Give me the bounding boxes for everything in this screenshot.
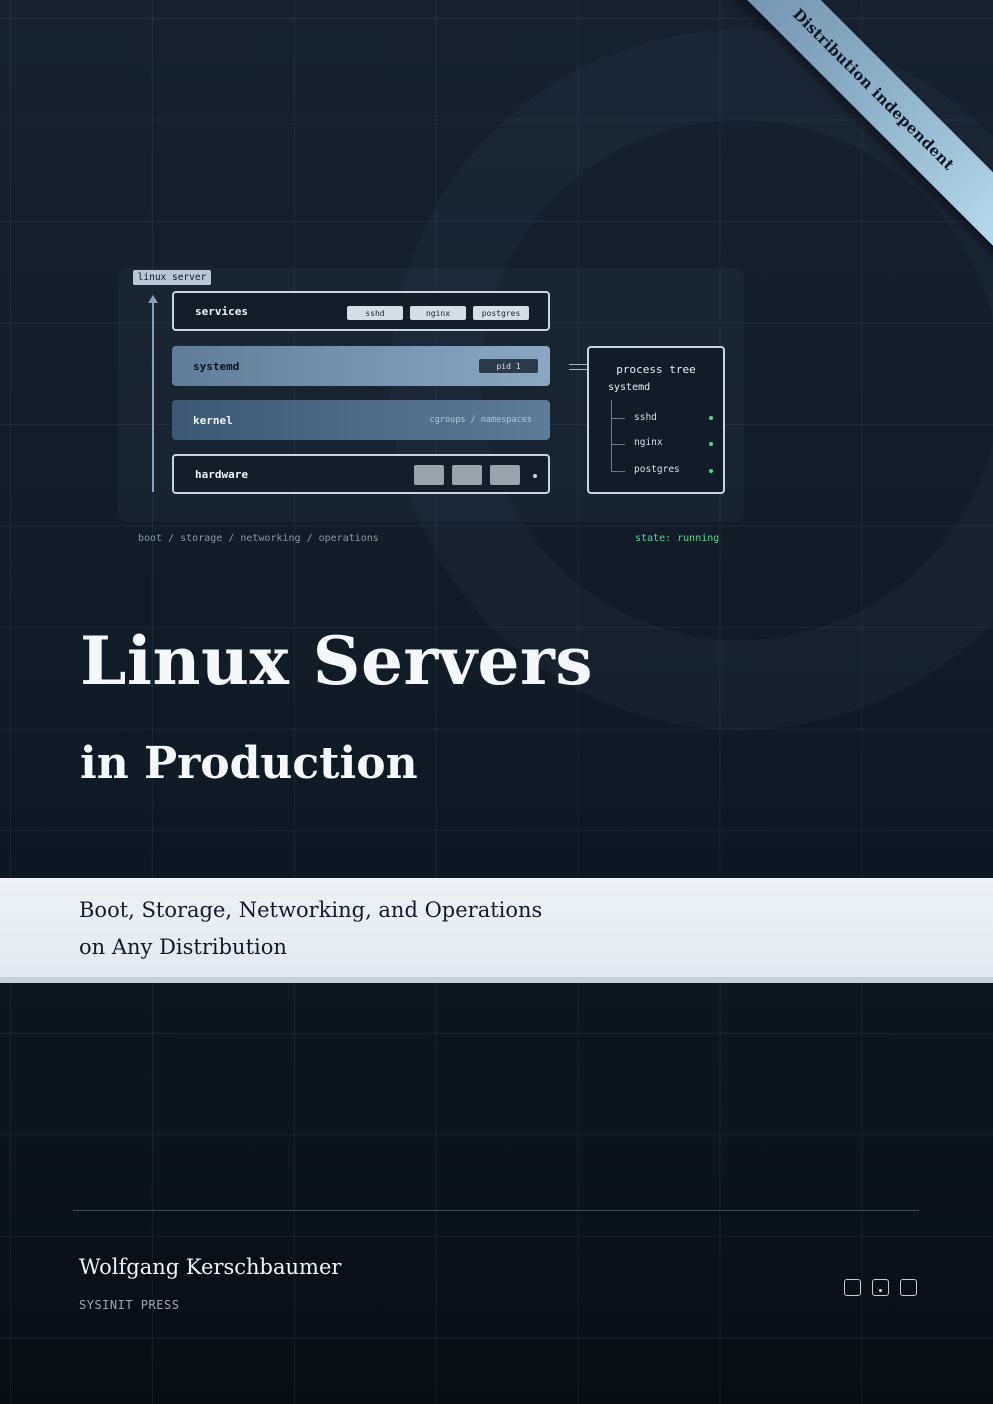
process-item: sshd <box>634 412 657 423</box>
publisher-logo-square-icon <box>900 1279 917 1296</box>
service-chip: postgres <box>473 306 529 320</box>
service-chip: nginx <box>410 306 466 320</box>
status-dot-icon <box>709 442 713 446</box>
process-item: postgres <box>634 464 680 475</box>
hardware-block <box>414 465 444 485</box>
book-subtitle: in Production <box>80 738 418 789</box>
process-tree-box: process tree systemd sshd nginx postgres <box>587 346 725 494</box>
hardware-led-icon <box>533 474 537 478</box>
tree-branch <box>611 444 625 445</box>
kernel-note: cgroups / namespaces <box>429 415 532 425</box>
band-line: Boot, Storage, Networking, and Operation… <box>79 898 543 922</box>
corner-ribbon: Distribution independent <box>0 0 993 300</box>
hardware-block <box>452 465 482 485</box>
layer-kernel: kernel cgroups / namespaces <box>172 400 550 440</box>
diagram-caption: boot / storage / networking / operations <box>138 533 379 544</box>
ribbon-text: Distribution independent <box>789 5 958 174</box>
diagram-tag: linux server <box>133 270 211 285</box>
tree-trunk <box>611 400 612 472</box>
process-tree-root: systemd <box>608 382 651 393</box>
layer-label: hardware <box>195 467 248 481</box>
tree-branch <box>611 471 625 472</box>
publisher-logo-square-icon <box>872 1279 889 1296</box>
publisher-name: SYSINIT PRESS <box>79 1298 180 1312</box>
ribbon-banner: Distribution independent <box>703 0 993 253</box>
layer-label: systemd <box>193 359 240 373</box>
layer-label: services <box>195 304 248 318</box>
divider <box>73 1210 919 1211</box>
layer-services: services sshd nginx postgres <box>172 291 550 331</box>
book-title: Linux Servers <box>80 622 593 700</box>
process-tree-title: process tree <box>616 363 696 376</box>
state-label: state: running <box>635 533 720 544</box>
author-name: Wolfgang Kerschbaumer <box>79 1255 342 1279</box>
layer-hardware: hardware <box>172 454 550 494</box>
status-dot-icon <box>709 416 713 420</box>
tree-branch <box>611 418 625 419</box>
status-dot-icon <box>709 469 713 473</box>
publisher-logo-square-icon <box>844 1279 861 1296</box>
layer-label: kernel <box>193 413 233 427</box>
pid-badge: pid 1 <box>479 359 538 373</box>
axis-arrow-icon <box>148 295 158 303</box>
logo-dot-icon <box>879 1289 882 1292</box>
subtitle-band: Boot, Storage, Networking, and Operation… <box>0 878 993 983</box>
band-line: on Any Distribution <box>79 935 287 959</box>
book-cover: Distribution independent linux server se… <box>0 0 993 1404</box>
connector-line <box>569 364 588 370</box>
process-item: nginx <box>634 437 663 448</box>
hardware-block <box>490 465 520 485</box>
service-chip: sshd <box>347 306 403 320</box>
stack-axis <box>152 302 154 492</box>
layer-systemd: systemd pid 1 <box>172 346 550 386</box>
